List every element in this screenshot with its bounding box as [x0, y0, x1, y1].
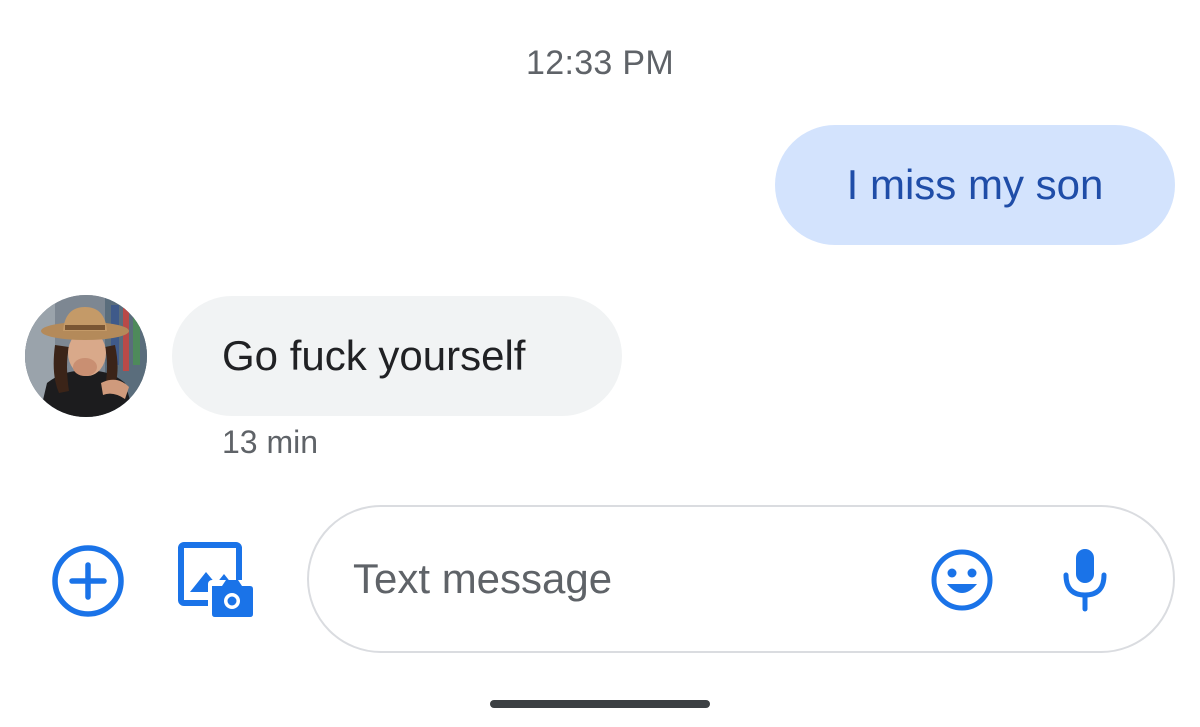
message-timestamp-header: 12:33 PM — [526, 44, 674, 82]
voice-input-button[interactable] — [1057, 545, 1113, 615]
sent-message-text: I miss my son — [846, 161, 1104, 208]
message-compose-field[interactable] — [307, 505, 1175, 653]
gallery-camera-icon — [178, 542, 254, 618]
sent-message-bubble[interactable]: I miss my son — [775, 125, 1175, 245]
avatar-photo — [25, 295, 147, 417]
gallery-button[interactable] — [178, 542, 256, 620]
received-message-text: Go fuck yourself — [222, 332, 526, 379]
received-message-time: 13 min — [222, 424, 319, 460]
emoji-button[interactable] — [930, 548, 994, 612]
add-attachment-button[interactable] — [50, 543, 126, 619]
home-indicator-bar[interactable] — [490, 700, 710, 708]
plus-circle-icon — [52, 545, 124, 617]
received-message-bubble[interactable]: Go fuck yourself — [172, 296, 622, 416]
microphone-icon — [1063, 549, 1107, 612]
contact-avatar[interactable] — [25, 295, 147, 417]
smiley-face-icon — [931, 549, 993, 611]
message-text-input[interactable] — [353, 541, 913, 617]
